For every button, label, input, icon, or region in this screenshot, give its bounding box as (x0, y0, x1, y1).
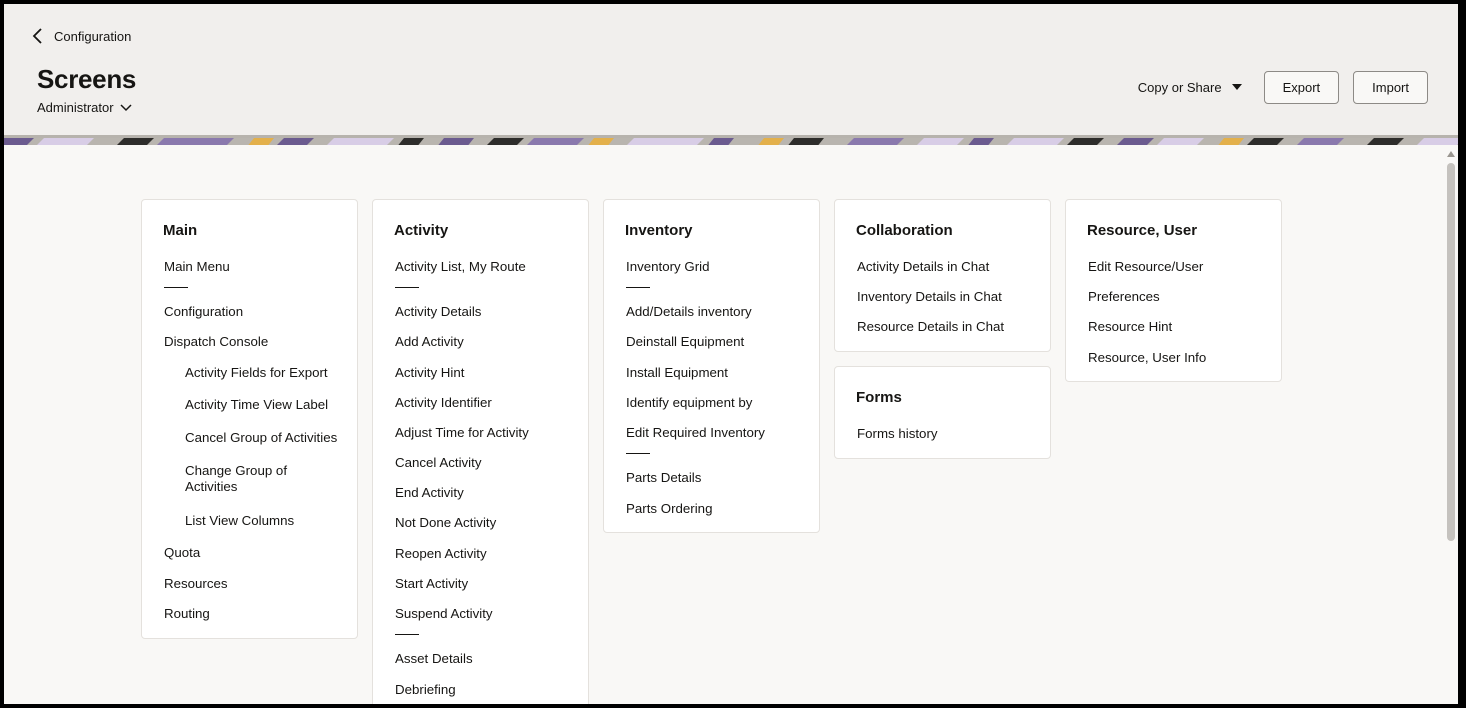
card-title: Inventory (625, 222, 693, 239)
chevron-left-icon (32, 28, 42, 44)
menu-item[interactable]: Add/Details inventory (626, 304, 752, 319)
divider (164, 287, 188, 288)
menu-item[interactable]: Configuration (164, 304, 243, 319)
card-collaboration: Collaboration Activity Details in Chat I… (834, 199, 1051, 352)
caret-down-icon (1231, 83, 1242, 90)
menu-item[interactable]: Adjust Time for Activity (395, 425, 529, 440)
card-inventory: Inventory Inventory Grid Add/Details inv… (603, 199, 820, 533)
role-selector[interactable]: Administrator (37, 100, 132, 115)
menu-item[interactable]: Preferences (1088, 289, 1160, 304)
menu-item[interactable]: Not Done Activity (395, 515, 496, 530)
card-title: Main (163, 222, 198, 239)
menu-item[interactable]: Resource Details in Chat (857, 319, 1004, 334)
menu-item[interactable]: Install Equipment (626, 365, 728, 380)
copy-or-share-label: Copy or Share (1137, 80, 1222, 95)
menu-item[interactable]: Inventory Details in Chat (857, 289, 1002, 304)
back-link[interactable]: Configuration (32, 28, 131, 44)
copy-or-share-menu[interactable]: Copy or Share (1138, 80, 1242, 95)
menu-item[interactable]: Resource Hint (1088, 319, 1172, 334)
card-main: Main Main Menu Configuration Dispatch Co… (141, 199, 358, 639)
card-title: Forms (856, 389, 902, 406)
scroll-up-arrow-icon[interactable] (1447, 151, 1455, 157)
menu-item[interactable]: End Activity (395, 485, 464, 500)
card-forms: Forms Forms history (834, 366, 1051, 459)
card-resource-user: Resource, User Edit Resource/User Prefer… (1065, 199, 1282, 382)
decorative-banner (4, 135, 1458, 145)
page-title: Screens (37, 64, 137, 94)
menu-item[interactable]: Routing (164, 606, 210, 621)
menu-item[interactable]: Activity List, My Route (395, 259, 526, 274)
menu-item[interactable]: Resources (164, 576, 228, 591)
menu-item[interactable]: Asset Details (395, 651, 473, 666)
sub-menu-item[interactable]: Activity Time View Label (185, 397, 328, 412)
menu-item[interactable]: Reopen Activity (395, 546, 487, 561)
menu-item[interactable]: Activity Hint (395, 365, 464, 380)
header-actions: Copy or Share Export Import (1138, 71, 1428, 104)
menu-item[interactable]: Dispatch Console (164, 334, 268, 349)
menu-item[interactable]: Main Menu (164, 259, 230, 274)
menu-item[interactable]: Suspend Activity (395, 606, 493, 621)
sub-menu-item[interactable]: Change Group of Activities (185, 463, 315, 495)
menu-item[interactable]: Quota (164, 545, 200, 560)
menu-item[interactable]: Identify equipment by (626, 395, 752, 410)
import-button[interactable]: Import (1353, 71, 1428, 104)
divider (626, 453, 650, 454)
menu-item[interactable]: Deinstall Equipment (626, 334, 744, 349)
menu-item[interactable]: Forms history (857, 426, 938, 441)
card-title: Collaboration (856, 222, 953, 239)
back-link-label: Configuration (54, 28, 132, 44)
menu-item[interactable]: Activity Identifier (395, 395, 492, 410)
menu-item[interactable]: Parts Ordering (626, 501, 712, 516)
card-title: Resource, User (1087, 222, 1198, 239)
divider (626, 287, 650, 288)
chevron-down-icon (120, 103, 132, 111)
menu-item[interactable]: Activity Details in Chat (857, 259, 989, 274)
divider (395, 634, 419, 635)
divider (395, 287, 419, 288)
scrollbar-thumb[interactable] (1447, 163, 1455, 541)
export-button[interactable]: Export (1263, 71, 1340, 104)
vertical-scrollbar[interactable] (1444, 145, 1458, 704)
card-activity: Activity Activity List, My Route Activit… (372, 199, 589, 704)
menu-item[interactable]: Cancel Activity (395, 455, 481, 470)
menu-item[interactable]: Activity Details (395, 304, 481, 319)
page-header: Configuration Screens Administrator Copy… (4, 4, 1458, 135)
menu-item[interactable]: Debriefing (395, 682, 456, 697)
menu-item[interactable]: Edit Required Inventory (626, 425, 765, 440)
sub-menu-item[interactable]: Activity Fields for Export (185, 365, 328, 380)
menu-item[interactable]: Edit Resource/User (1088, 259, 1203, 274)
sub-menu-item[interactable]: Cancel Group of Activities (185, 430, 337, 445)
app-window: Configuration Screens Administrator Copy… (4, 4, 1458, 704)
sub-menu-item[interactable]: List View Columns (185, 513, 294, 528)
menu-item[interactable]: Inventory Grid (626, 259, 710, 274)
menu-item[interactable]: Start Activity (395, 576, 468, 591)
menu-item[interactable]: Add Activity (395, 334, 464, 349)
role-selector-label: Administrator (37, 100, 114, 115)
menu-item[interactable]: Parts Details (626, 470, 701, 485)
screens-content: Main Main Menu Configuration Dispatch Co… (4, 145, 1444, 704)
card-title: Activity (394, 222, 449, 239)
menu-item[interactable]: Resource, User Info (1088, 350, 1206, 365)
